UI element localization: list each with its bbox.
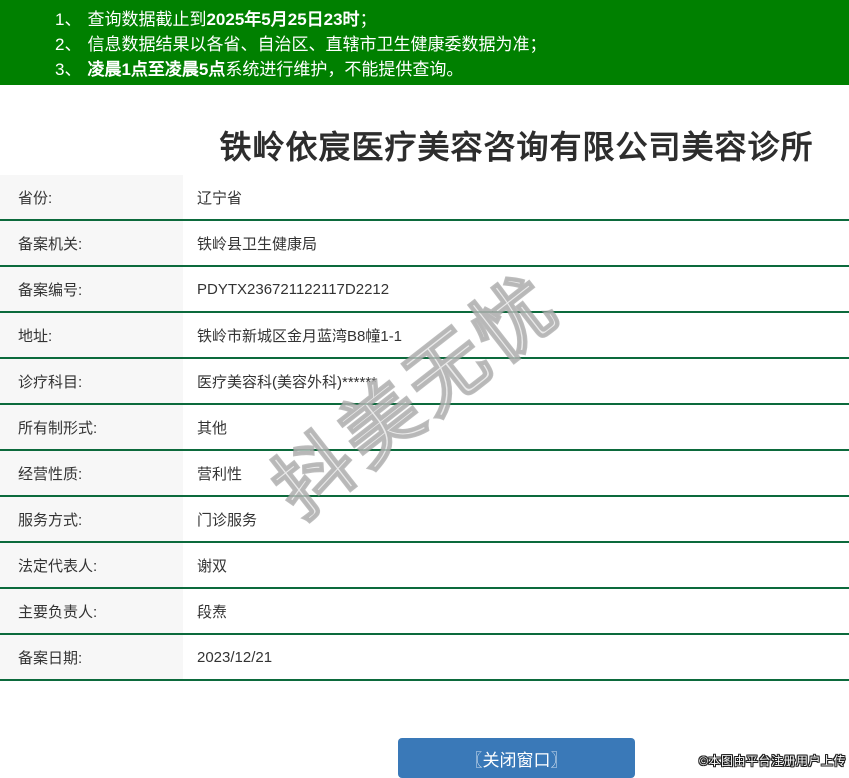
row-value: PDYTX236721122117D2212: [197, 280, 390, 298]
table-row: 主要负责人: 段焘: [0, 589, 849, 635]
row-label: 法定代表人:: [0, 543, 183, 587]
row-label: 诊疗科目:: [0, 359, 183, 403]
row-value: 营利性: [197, 465, 243, 483]
notice-number: 3、: [55, 60, 82, 79]
table-row: 法定代表人: 谢双: [0, 543, 849, 589]
notice-line: 2、 信息数据结果以各省、自治区、直辖市卫生健康委数据为准；: [55, 32, 839, 57]
notice-text: 系统进行维护，不能提供查询。: [225, 60, 464, 79]
row-value: 辽宁省: [197, 189, 243, 207]
row-value: 谢双: [197, 557, 228, 575]
row-value: 铁岭市新城区金月蓝湾B8幢1-1: [197, 327, 403, 345]
row-label: 备案编号:: [0, 267, 183, 311]
notice-number: 1、: [55, 10, 82, 29]
table-row: 备案机关: 铁岭县卫生健康局: [0, 221, 849, 267]
row-label: 省份:: [0, 175, 183, 219]
row-value: 2023/12/21: [197, 648, 273, 666]
record-table: 省份: 辽宁省 备案机关: 铁岭县卫生健康局 备案编号: PDYTX23672112211…: [0, 175, 849, 681]
table-row: 备案编号: PDYTX236721122117D2212: [0, 267, 849, 313]
copyright-watermark: ©本图由平台注册用户上传: [699, 754, 846, 768]
row-value: 段焘: [197, 603, 228, 621]
notice-text: 2025年5月25日23时: [206, 10, 360, 29]
notice-text: 查询数据截止到: [87, 10, 207, 29]
close-window-button[interactable]: 〖关闭窗口〗: [398, 738, 635, 778]
table-row: 地址: 铁岭市新城区金月蓝湾B8幢1-1: [0, 313, 849, 359]
notice-text: ；: [359, 10, 377, 29]
table-row: 诊疗科目: 医疗美容科(美容外科)******: [0, 359, 849, 405]
table-row: 经营性质: 营利性: [0, 451, 849, 497]
notice-banner: 1、 查询数据截止到2025年5月25日23时； 2、 信息数据结果以各省、自治区、直…: [0, 0, 849, 85]
row-label: 服务方式:: [0, 497, 183, 541]
row-label: 经营性质:: [0, 451, 183, 495]
row-label: 所有制形式:: [0, 405, 183, 449]
row-value: 铁岭县卫生健康局: [197, 235, 318, 253]
notice-number: 2、: [55, 35, 82, 54]
row-value: 门诊服务: [197, 511, 258, 529]
table-row: 所有制形式: 其他: [0, 405, 849, 451]
notice-text: 信息数据结果以各省、自治区、直辖市卫生健康委数据为准；: [87, 35, 547, 54]
row-label: 备案机关:: [0, 221, 183, 265]
notice-text: 凌晨1点至凌晨5点: [87, 60, 226, 79]
notice-line: 3、 凌晨1点至凌晨5点系统进行维护，不能提供查询。: [55, 57, 839, 82]
notice-line: 1、 查询数据截止到2025年5月25日23时；: [55, 7, 839, 32]
row-value: 医疗美容科(美容外科)******: [197, 373, 378, 391]
row-label: 地址:: [0, 313, 183, 357]
row-label: 主要负责人:: [0, 589, 183, 633]
row-value: 其他: [197, 419, 228, 437]
table-row: 省份: 辽宁省: [0, 175, 849, 221]
table-row: 服务方式: 门诊服务: [0, 497, 849, 543]
page-title: 铁岭依宸医疗美容咨询有限公司美容诊所: [219, 129, 814, 165]
row-label: 备案日期:: [0, 635, 183, 679]
table-row: 备案日期: 2023/12/21: [0, 635, 849, 681]
